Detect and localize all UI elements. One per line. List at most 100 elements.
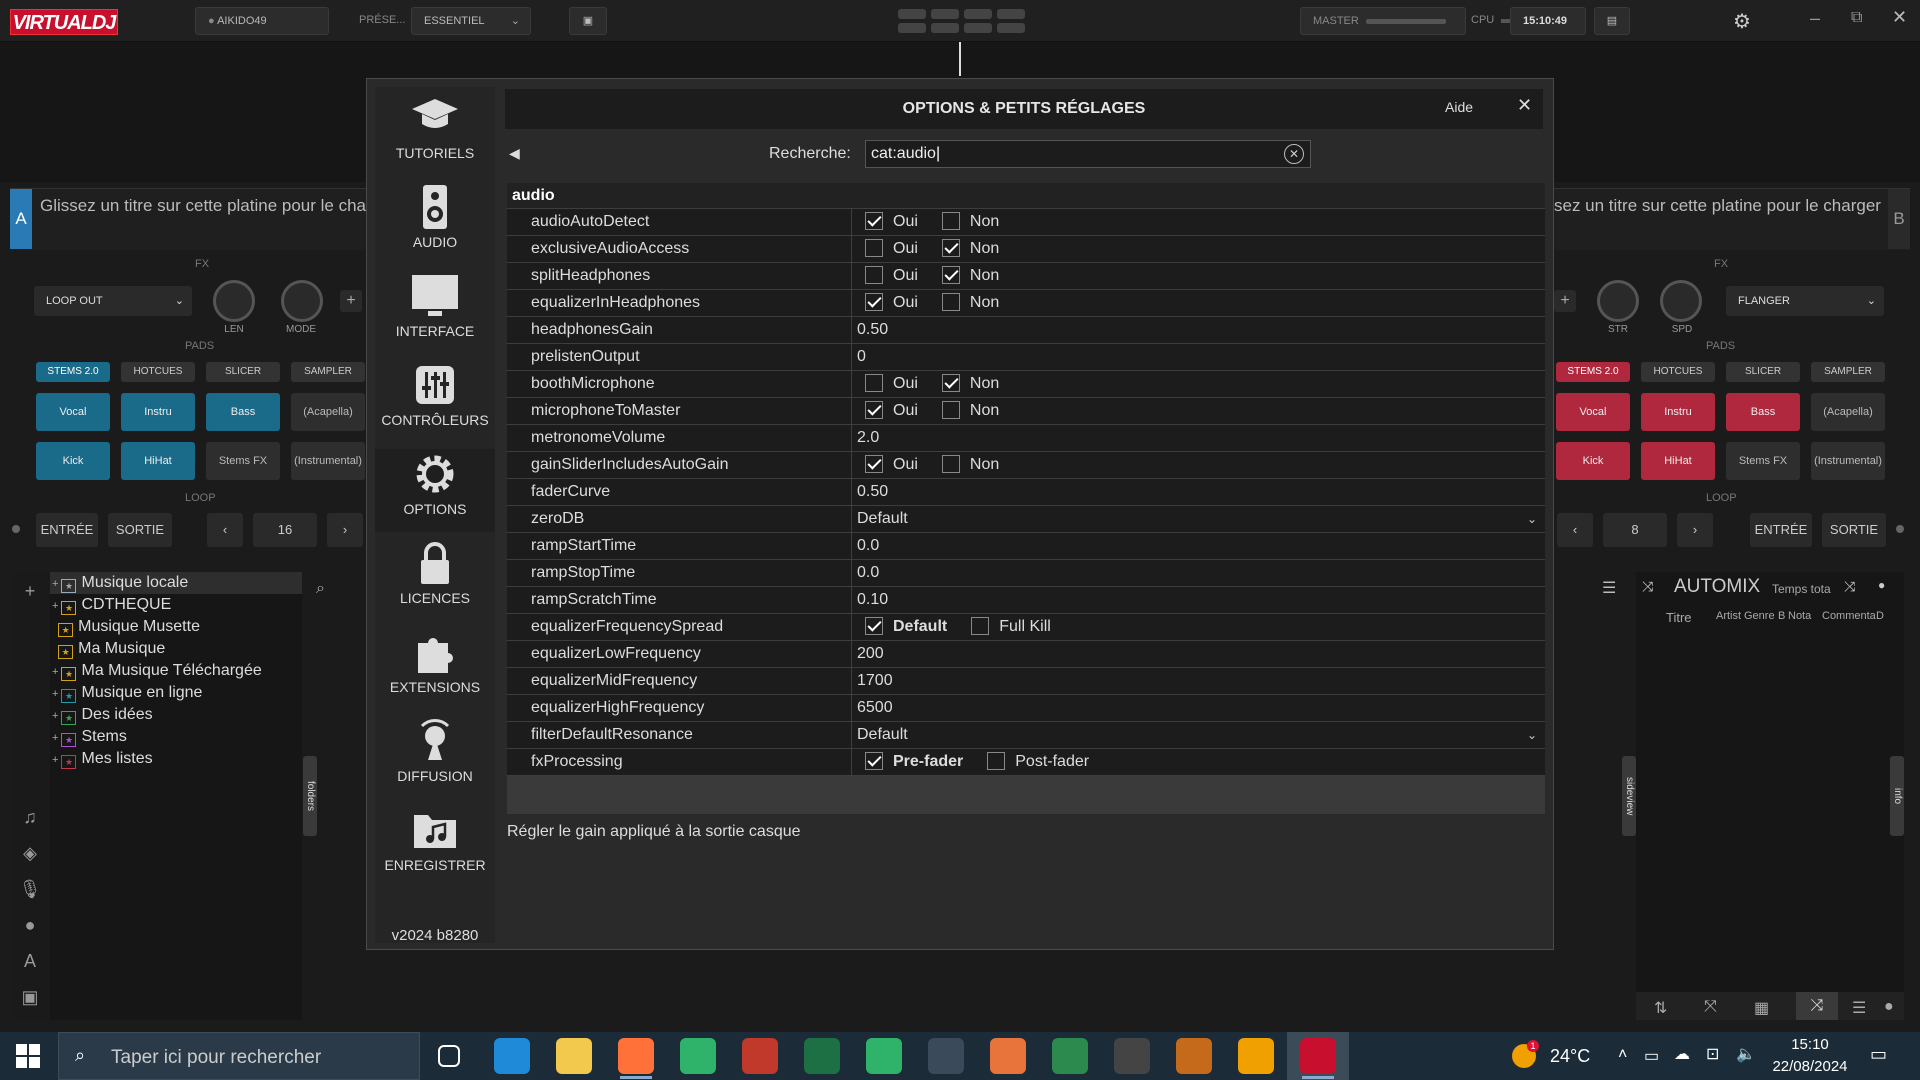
option-value[interactable]: 0.50 xyxy=(853,317,1545,343)
option-row[interactable]: exclusiveAudioAccess Oui Non xyxy=(507,236,1545,263)
option-row[interactable]: rampStartTime 0.0 xyxy=(507,533,1545,560)
search-icon[interactable]: ⌕ xyxy=(308,572,366,604)
sideview-tab[interactable]: sideview xyxy=(1622,756,1636,836)
package-button[interactable]: ▣ xyxy=(569,7,607,35)
checkbox-b[interactable] xyxy=(941,293,960,311)
option-row[interactable]: splitHeadphones Oui Non xyxy=(507,263,1545,290)
nav-licences[interactable]: LICENCES xyxy=(375,538,495,621)
option-value[interactable]: Oui Non xyxy=(853,236,1545,262)
option-value[interactable]: Oui Non xyxy=(853,290,1545,316)
checkbox-a[interactable] xyxy=(865,401,883,419)
queue-icon[interactable]: ☰ xyxy=(1852,998,1866,1018)
option-value[interactable]: 0.0 xyxy=(853,533,1545,559)
shuffle-toggle-icon[interactable]: ⤨ xyxy=(1796,992,1838,1020)
deck-a-pad-r2-0[interactable]: Kick xyxy=(36,442,110,480)
option-value[interactable]: 2.0 xyxy=(853,425,1545,451)
deck-b-sortie-button[interactable]: SORTIE xyxy=(1822,513,1886,547)
checkbox-b[interactable] xyxy=(987,752,1006,770)
deck-a-fx-select[interactable]: LOOP OUT ⌄ xyxy=(34,286,192,316)
option-value[interactable]: Default ⌄ xyxy=(853,506,1545,532)
automix-mix-icon[interactable]: ⤨ xyxy=(1844,578,1855,595)
chevron-down-icon[interactable]: ⌄ xyxy=(1527,722,1537,748)
deck-a-loop-next-icon[interactable]: › xyxy=(327,513,363,547)
tree-item[interactable]: + ★ Des idées xyxy=(50,704,302,726)
preset-select[interactable]: ESSENTIEL ⌄ xyxy=(411,7,531,35)
deck-a-len-knob[interactable] xyxy=(213,280,255,322)
nav-audio[interactable]: AUDIO xyxy=(375,182,495,265)
deck-a-sortie-button[interactable]: SORTIE xyxy=(108,513,172,547)
deck-b-spd-knob[interactable] xyxy=(1660,280,1702,322)
option-value[interactable]: Pre-fader Post-fader xyxy=(853,749,1545,775)
checkbox-a[interactable] xyxy=(865,239,883,257)
option-row[interactable]: fxProcessing Pre-fader Post-fader xyxy=(507,749,1545,776)
fade-icon[interactable]: ⤧ xyxy=(1704,998,1717,1016)
deck-a-loop-prev-icon[interactable]: ‹ xyxy=(207,513,243,547)
expand-icon[interactable]: + xyxy=(52,710,61,722)
option-row[interactable]: faderCurve 0.50 xyxy=(507,479,1545,506)
checkbox-b[interactable] xyxy=(971,617,990,635)
taskbar-date[interactable]: 22/08/2024 xyxy=(1770,1058,1850,1075)
media-player-icon[interactable] xyxy=(1114,1038,1150,1074)
nav-diffusion[interactable]: DIFFUSION xyxy=(375,716,495,799)
tree-item[interactable]: + ★ Stems xyxy=(50,726,302,748)
deck-b-loop-prev-icon[interactable]: ‹ xyxy=(1557,513,1593,547)
tree-item[interactable]: + ★ Ma Musique Téléchargée xyxy=(50,660,302,682)
edge-icon[interactable] xyxy=(494,1038,530,1074)
deck-b-pad-r1-3[interactable]: (Acapella) xyxy=(1811,393,1885,431)
eye-app-icon[interactable] xyxy=(866,1038,902,1074)
checkbox-a[interactable] xyxy=(865,374,883,392)
checkbox-a[interactable] xyxy=(865,752,883,770)
option-row[interactable]: filterDefaultResonance Default ⌄ xyxy=(507,722,1545,749)
option-row[interactable]: rampStopTime 0.0 xyxy=(507,560,1545,587)
option-row[interactable]: metronomeVolume 2.0 xyxy=(507,425,1545,452)
checkbox-a[interactable] xyxy=(865,212,883,230)
option-value[interactable]: 200 xyxy=(853,641,1545,667)
deck-a-fx-add-icon[interactable]: + xyxy=(340,290,362,312)
checkbox-b[interactable] xyxy=(941,374,960,392)
notifications-icon[interactable]: ▭ xyxy=(1870,1044,1887,1065)
checkbox-b[interactable] xyxy=(941,212,960,230)
record-icon[interactable]: ● xyxy=(15,910,45,940)
option-value[interactable]: Oui Non xyxy=(853,263,1545,289)
deck-a-pad-r1-2[interactable]: Bass xyxy=(206,393,280,431)
network-icon[interactable]: ⊡ xyxy=(1706,1044,1719,1064)
check-app-icon[interactable] xyxy=(1238,1038,1274,1074)
deck-a-pad-r2-3[interactable]: (Instrumental) xyxy=(291,442,365,480)
taskbar-time[interactable]: 15:10 xyxy=(1774,1036,1846,1053)
option-row[interactable]: equalizerMidFrequency 1700 xyxy=(507,668,1545,695)
deck-b-str-knob[interactable] xyxy=(1597,280,1639,322)
sort-icon[interactable]: ⇅ xyxy=(1654,998,1667,1018)
deck-a-loop-size[interactable]: 16 xyxy=(253,513,317,547)
file-explorer-icon[interactable] xyxy=(556,1038,592,1074)
checkbox-b[interactable] xyxy=(941,266,960,284)
grid-icon[interactable]: ▦ xyxy=(1754,998,1769,1018)
tree-item[interactable]: ★ Musique Musette xyxy=(50,616,302,638)
expand-icon[interactable]: + xyxy=(52,666,61,678)
help-link[interactable]: Aide xyxy=(1445,99,1473,115)
deck-a-tab-3[interactable]: SAMPLER xyxy=(291,362,365,382)
option-value[interactable]: Default Full Kill xyxy=(853,614,1545,640)
option-row[interactable]: equalizerFrequencySpread Default Full Kill xyxy=(507,614,1545,641)
deck-b-fx-select[interactable]: FLANGER ⌄ xyxy=(1726,286,1884,316)
expand-icon[interactable]: + xyxy=(52,732,61,744)
tree-item[interactable]: + ★ Musique locale xyxy=(50,572,302,594)
chevron-down-icon[interactable]: ⌄ xyxy=(1527,506,1537,532)
window-icon[interactable]: ▣ xyxy=(15,982,45,1012)
option-value[interactable]: Oui Non xyxy=(853,209,1545,235)
minimize-icon[interactable]: – xyxy=(1810,8,1820,29)
deck-b-pad-r1-2[interactable]: Bass xyxy=(1726,393,1800,431)
deck-b-pad-r2-1[interactable]: HiHat xyxy=(1641,442,1715,480)
user-button[interactable]: ● AIKIDO49 xyxy=(195,7,329,35)
deck-a-mode-knob[interactable] xyxy=(281,280,323,322)
checkbox-b[interactable] xyxy=(941,455,960,473)
deck-b-tab-3[interactable]: SAMPLER xyxy=(1811,362,1885,382)
automix-column-header[interactable]: Commenta xyxy=(1822,610,1876,622)
firefox-icon[interactable] xyxy=(618,1038,654,1074)
layout-switcher[interactable] xyxy=(898,9,1026,35)
checkbox-a[interactable] xyxy=(865,293,883,311)
paint-app-icon[interactable] xyxy=(1176,1038,1212,1074)
option-value[interactable]: 1700 xyxy=(853,668,1545,694)
close-icon[interactable]: ✕ xyxy=(1517,95,1532,116)
option-row[interactable]: audioAutoDetect Oui Non xyxy=(507,209,1545,236)
checkbox-b[interactable] xyxy=(941,401,960,419)
